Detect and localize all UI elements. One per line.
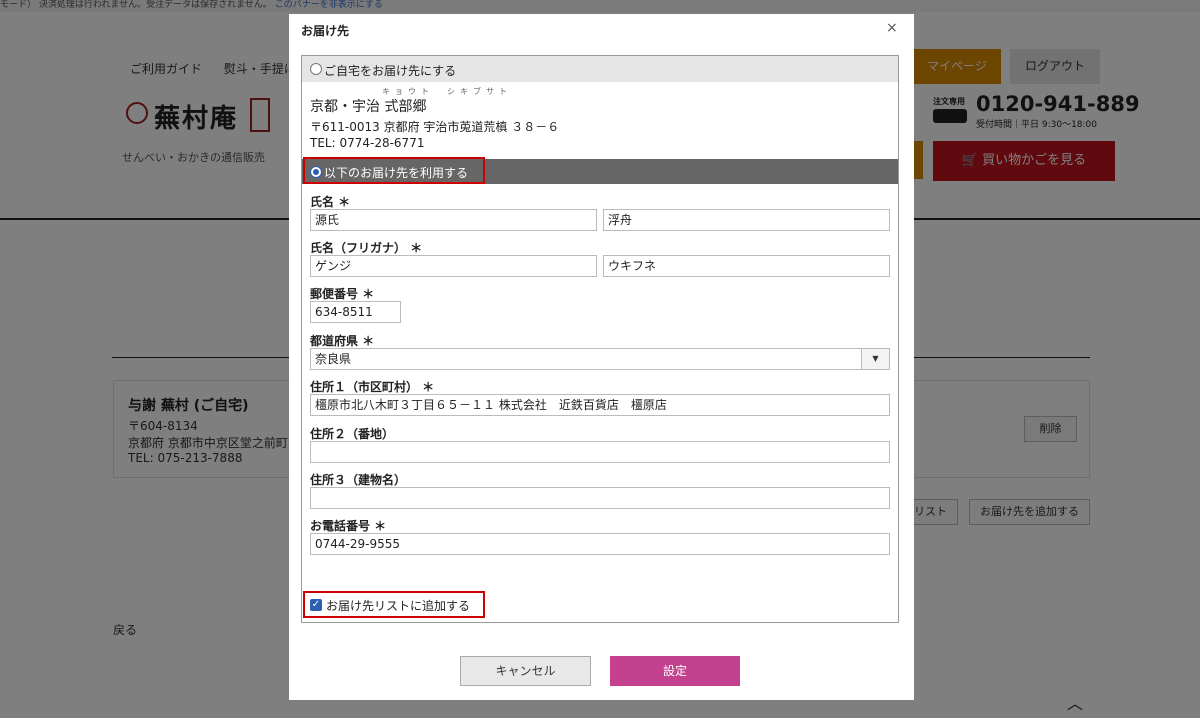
address2-input[interactable] xyxy=(310,441,890,463)
address-options-panel: ご自宅をお届け先にする キョウト シキブサト 京都・宇治 式部郷 〒611-00… xyxy=(301,55,899,623)
submit-button[interactable]: 設定 xyxy=(610,656,740,686)
phone-input[interactable]: 0744-29-9555 xyxy=(310,533,890,555)
address1-label: 住所１（市区町村） ＊ xyxy=(310,380,435,394)
first-name-kana-input[interactable]: ウキフネ xyxy=(603,255,890,277)
home-address: 〒611-0013 京都府 宇治市莵道荒槙 ３８－６ xyxy=(310,120,560,134)
name-label: 氏名 ＊ xyxy=(310,195,351,209)
address3-input[interactable] xyxy=(310,487,890,509)
name-kana-label: 氏名（フリガナ） ＊ xyxy=(310,241,423,255)
home-name: 京都・宇治 式部郷 xyxy=(310,99,427,115)
delivery-address-modal: お届け先 × ご自宅をお届け先にする キョウト シキブサト 京都・宇治 式部郷 … xyxy=(289,14,914,700)
highlight-add-to-list xyxy=(303,591,485,618)
phone-label: お電話番号 ＊ xyxy=(310,519,387,533)
postal-label: 郵便番号 ＊ xyxy=(310,287,375,301)
postal-input[interactable]: 634-8511 xyxy=(310,301,401,323)
cancel-button[interactable]: キャンセル xyxy=(460,656,591,686)
modal-title: お届け先 xyxy=(301,24,350,38)
first-name-input[interactable]: 浮舟 xyxy=(603,209,890,231)
address1-input[interactable]: 橿原市北八木町３丁目６５－１１ 株式会社 近鉄百貨店 橿原店 xyxy=(310,394,890,416)
last-name-kana-input[interactable]: ゲンジ xyxy=(310,255,597,277)
chevron-down-icon[interactable]: ▼ xyxy=(861,349,889,369)
prefecture-value: 奈良県 xyxy=(315,352,352,366)
close-icon[interactable]: × xyxy=(886,20,898,36)
last-name-input[interactable]: 源氏 xyxy=(310,209,597,231)
highlight-other-option xyxy=(303,157,485,184)
address3-label: 住所３（建物名） xyxy=(310,473,407,487)
home-tel: TEL: 0774-28-6771 xyxy=(310,136,425,150)
modal-header: お届け先 × xyxy=(289,14,914,42)
prefecture-select[interactable]: 奈良県 ▼ xyxy=(310,348,890,370)
prefecture-label: 都道府県 ＊ xyxy=(310,334,375,348)
address2-label: 住所２（番地） xyxy=(310,427,395,441)
home-address-radio[interactable] xyxy=(310,63,322,75)
option-home-address[interactable]: ご自宅をお届け先にする xyxy=(302,56,898,82)
home-address-option-label[interactable]: ご自宅をお届け先にする xyxy=(324,62,456,79)
